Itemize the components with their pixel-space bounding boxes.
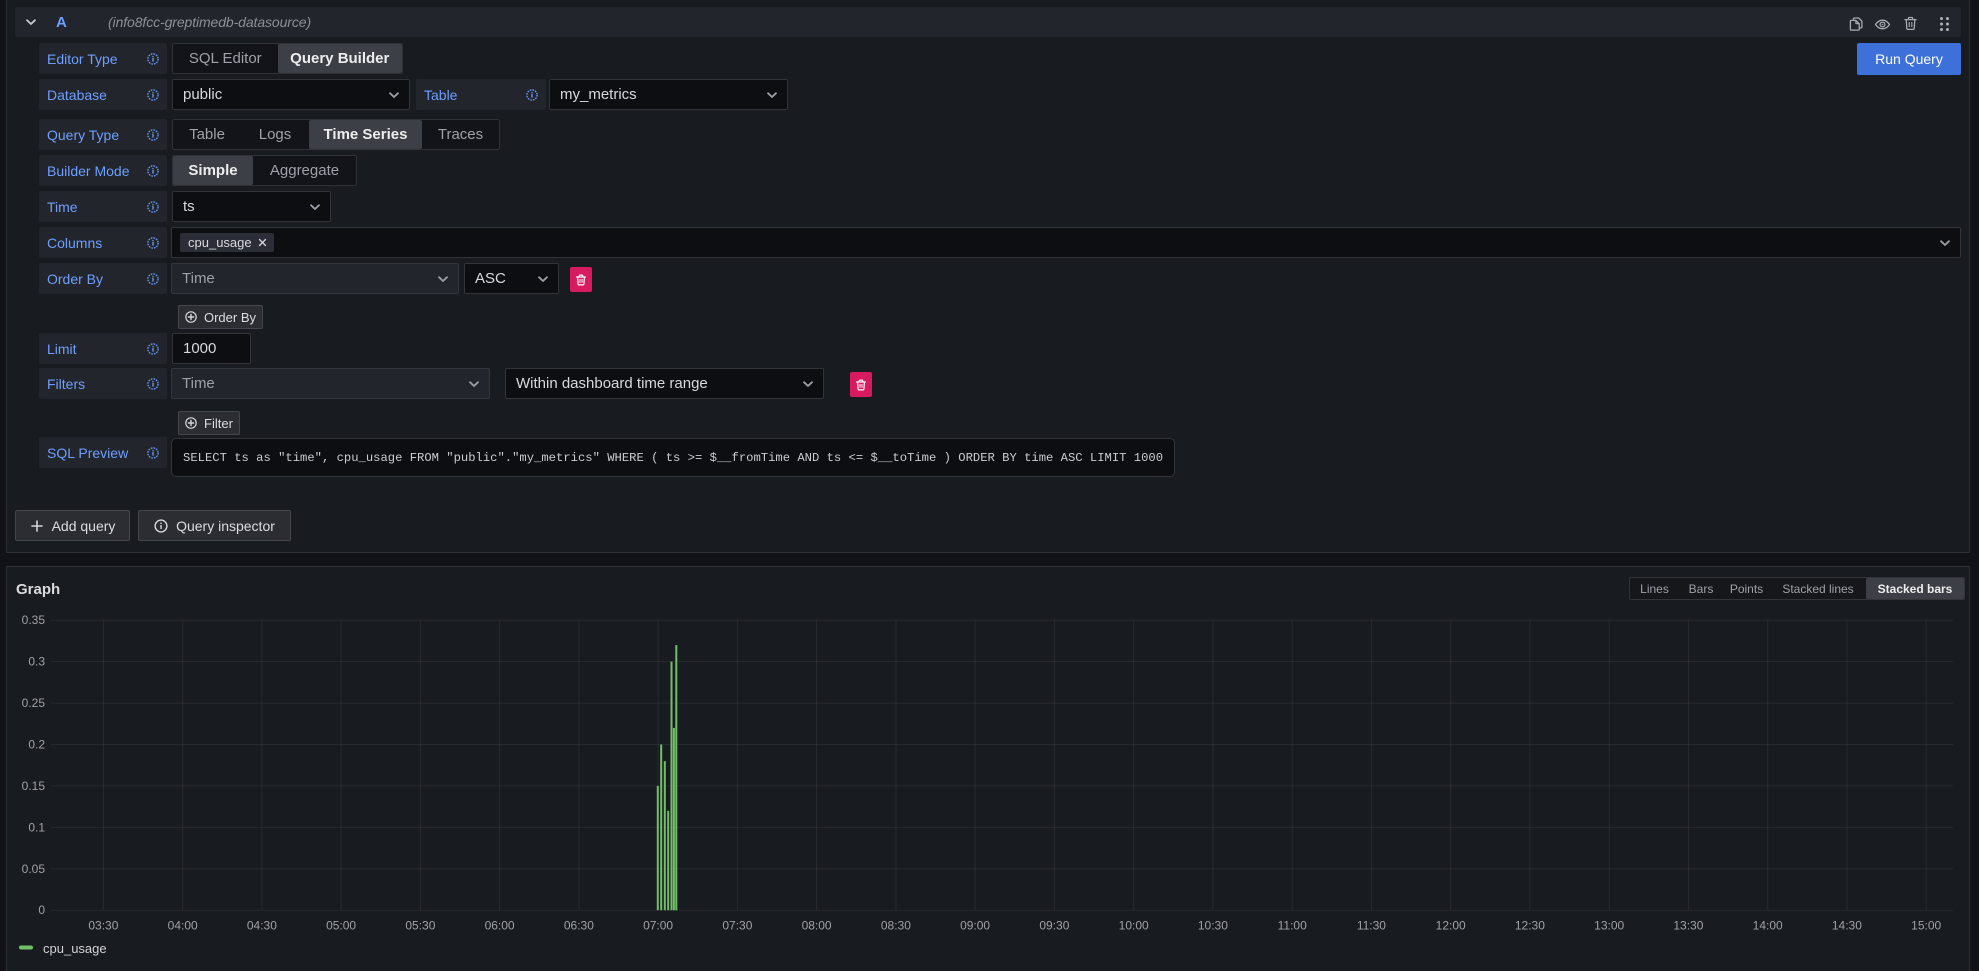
svg-text:10:00: 10:00 [1119, 919, 1149, 933]
svg-text:12:30: 12:30 [1515, 919, 1545, 933]
svg-text:06:30: 06:30 [564, 919, 594, 933]
svg-text:15:00: 15:00 [1911, 919, 1941, 933]
svg-text:08:30: 08:30 [881, 919, 911, 933]
svg-text:13:30: 13:30 [1673, 919, 1703, 933]
svg-text:13:00: 13:00 [1594, 919, 1624, 933]
svg-text:0.1: 0.1 [28, 820, 45, 834]
svg-text:06:00: 06:00 [485, 919, 515, 933]
svg-text:14:00: 14:00 [1753, 919, 1783, 933]
svg-text:0.2: 0.2 [28, 738, 45, 752]
svg-text:cpu_usage: cpu_usage [43, 941, 107, 956]
svg-text:14:30: 14:30 [1832, 919, 1862, 933]
svg-text:09:30: 09:30 [1039, 919, 1069, 933]
svg-text:07:30: 07:30 [722, 919, 752, 933]
svg-text:08:00: 08:00 [802, 919, 832, 933]
svg-text:03:30: 03:30 [88, 919, 118, 933]
svg-text:11:30: 11:30 [1357, 919, 1386, 933]
svg-text:0.05: 0.05 [22, 862, 46, 876]
svg-text:11:00: 11:00 [1278, 919, 1307, 933]
svg-text:09:00: 09:00 [960, 919, 990, 933]
svg-text:12:00: 12:00 [1436, 919, 1466, 933]
svg-text:05:00: 05:00 [326, 919, 356, 933]
svg-text:0: 0 [38, 903, 45, 917]
svg-text:0.15: 0.15 [22, 779, 46, 793]
svg-text:10:30: 10:30 [1198, 919, 1228, 933]
svg-text:07:00: 07:00 [643, 919, 673, 933]
svg-text:04:30: 04:30 [247, 919, 277, 933]
svg-text:0.25: 0.25 [22, 696, 46, 710]
svg-text:0.35: 0.35 [22, 613, 46, 627]
svg-text:04:00: 04:00 [168, 919, 198, 933]
svg-text:0.3: 0.3 [28, 655, 45, 669]
svg-text:05:30: 05:30 [405, 919, 435, 933]
